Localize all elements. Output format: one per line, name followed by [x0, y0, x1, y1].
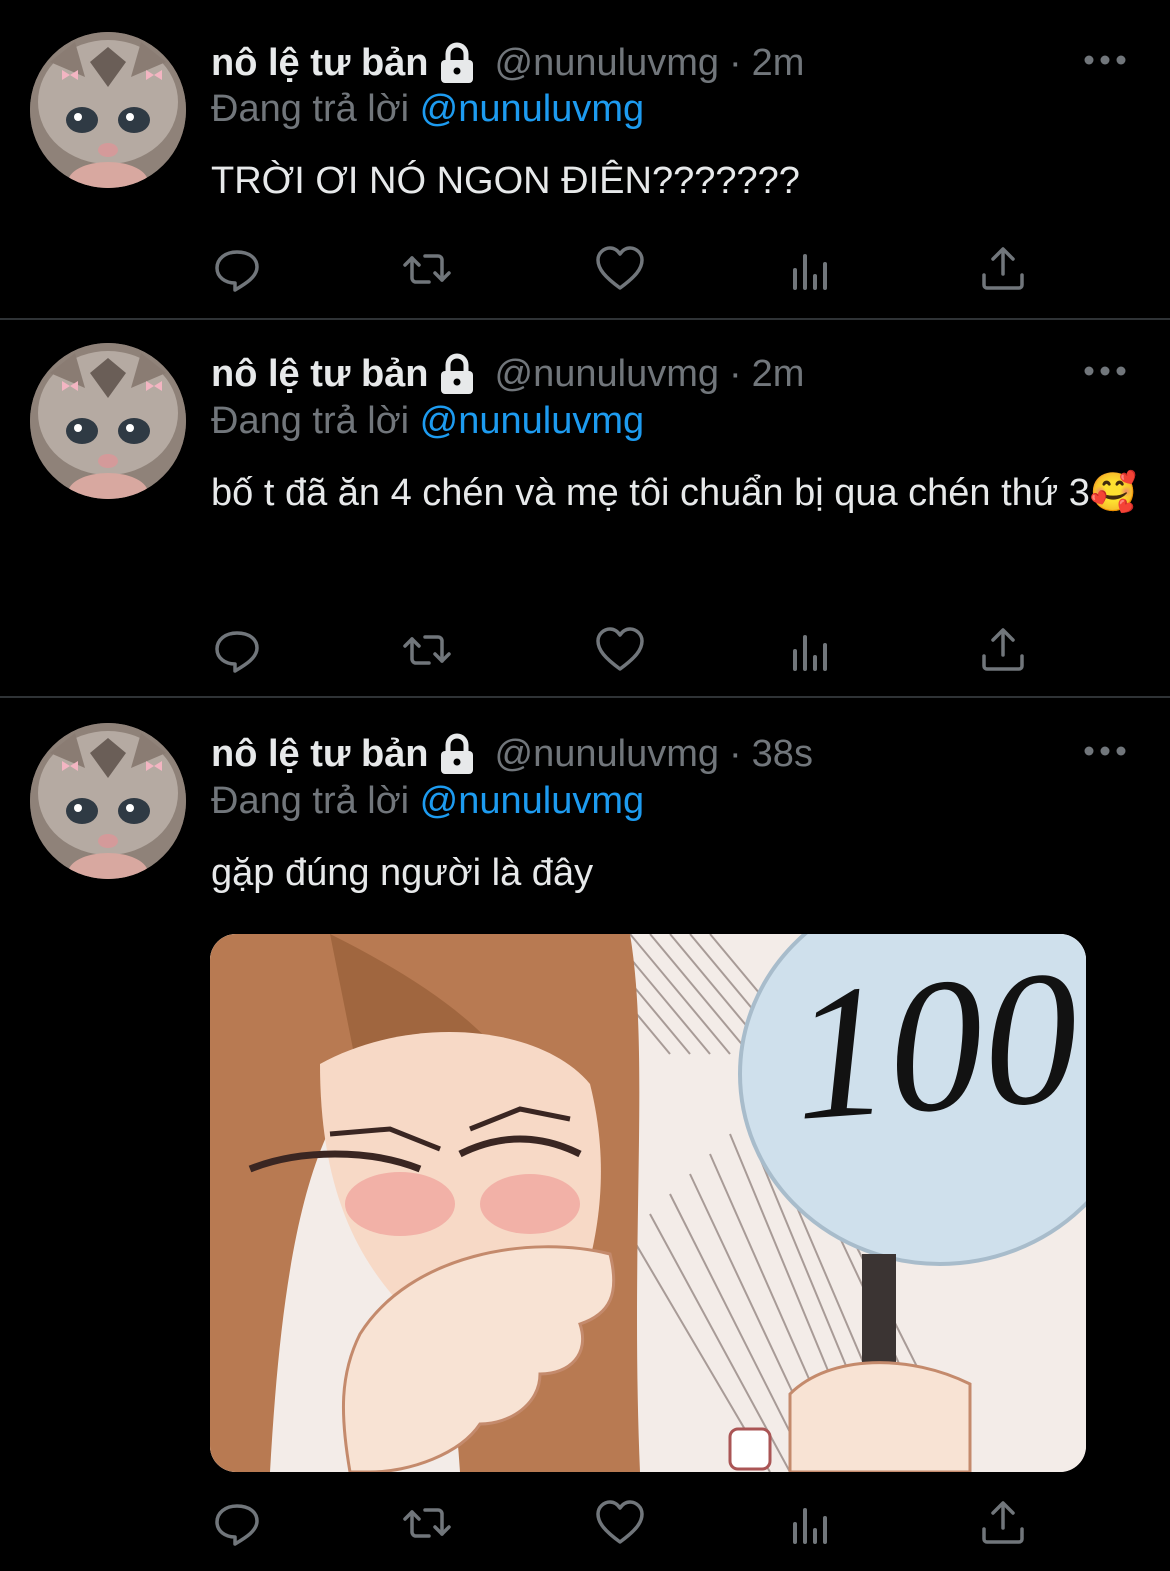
- views-icon[interactable]: [786, 625, 836, 675]
- tweet[interactable]: nô lệ tư bản @nunuluvmg · 38s Đang trả l…: [0, 698, 1170, 1571]
- manga-illustration: 100: [210, 934, 1086, 1472]
- tweet-text: bố t đã ăn 4 chén và mẹ tôi chuẩn bị qua…: [211, 472, 1138, 514]
- lock-icon: [437, 42, 477, 84]
- tweet-header: nô lệ tư bản @nunuluvmg · 2m: [211, 38, 804, 88]
- lock-icon: [437, 353, 477, 395]
- more-icon[interactable]: [1082, 50, 1128, 70]
- like-icon[interactable]: [595, 244, 645, 294]
- reply-prefix: Đang trả lời: [211, 780, 410, 822]
- action-bar: [0, 244, 1170, 294]
- reply-mention[interactable]: @nunuluvmg: [420, 780, 644, 822]
- lock-icon: [437, 733, 477, 775]
- cat-avatar-image: [30, 32, 186, 188]
- separator: ·: [729, 352, 742, 395]
- tweet-text: TRỜI ƠI NÓ NGON ĐIÊN???????: [211, 160, 800, 202]
- reply-icon[interactable]: [212, 244, 262, 294]
- reply-icon[interactable]: [212, 625, 262, 675]
- reply-prefix: Đang trả lời: [211, 400, 410, 442]
- retweet-icon[interactable]: [402, 625, 452, 675]
- retweet-icon[interactable]: [402, 1498, 452, 1548]
- handle[interactable]: @nunuluvmg: [495, 42, 719, 85]
- retweet-icon[interactable]: [402, 244, 452, 294]
- reply-icon[interactable]: [212, 1498, 262, 1548]
- separator: ·: [729, 41, 742, 84]
- tweet-text: gặp đúng người là đây: [211, 852, 594, 894]
- display-name[interactable]: nô lệ tư bản: [211, 42, 429, 85]
- reply-context: Đang trả lời @nunuluvmg: [211, 88, 644, 131]
- more-icon[interactable]: [1082, 361, 1128, 381]
- reply-mention[interactable]: @nunuluvmg: [420, 88, 644, 130]
- avatar[interactable]: [30, 343, 186, 499]
- avatar[interactable]: [30, 723, 186, 879]
- like-icon[interactable]: [595, 1498, 645, 1548]
- tweet-header: nô lệ tư bản @nunuluvmg · 38s: [211, 729, 813, 779]
- timestamp[interactable]: 2m: [752, 42, 805, 85]
- display-name[interactable]: nô lệ tư bản: [211, 733, 429, 776]
- timestamp[interactable]: 38s: [752, 733, 813, 776]
- action-bar: [0, 625, 1170, 675]
- avatar[interactable]: [30, 32, 186, 188]
- share-icon[interactable]: [978, 1498, 1028, 1548]
- like-icon[interactable]: [595, 625, 645, 675]
- timestamp[interactable]: 2m: [752, 353, 805, 396]
- reply-mention[interactable]: @nunuluvmg: [420, 400, 644, 442]
- reply-prefix: Đang trả lời: [211, 88, 410, 130]
- action-bar: [0, 1498, 1170, 1548]
- views-icon[interactable]: [786, 244, 836, 294]
- tweet-header: nô lệ tư bản @nunuluvmg · 2m: [211, 349, 804, 399]
- share-icon[interactable]: [978, 625, 1028, 675]
- cat-avatar-image: [30, 343, 186, 499]
- separator: ·: [729, 732, 742, 775]
- share-icon[interactable]: [978, 244, 1028, 294]
- handle[interactable]: @nunuluvmg: [495, 353, 719, 396]
- handle[interactable]: @nunuluvmg: [495, 733, 719, 776]
- reply-context: Đang trả lời @nunuluvmg: [211, 400, 644, 443]
- views-icon[interactable]: [786, 1498, 836, 1548]
- display-name[interactable]: nô lệ tư bản: [211, 353, 429, 396]
- more-icon[interactable]: [1082, 741, 1128, 761]
- tweet[interactable]: nô lệ tư bản @nunuluvmg · 2m Đang trả lờ…: [0, 320, 1170, 696]
- sign-text: 100: [786, 934, 1085, 1161]
- reply-context: Đang trả lời @nunuluvmg: [211, 780, 644, 823]
- tweet[interactable]: nô lệ tư bản @nunuluvmg · 2m Đang trả lờ…: [0, 0, 1170, 318]
- tweet-media-image[interactable]: 100: [210, 934, 1086, 1472]
- cat-avatar-image: [30, 723, 186, 879]
